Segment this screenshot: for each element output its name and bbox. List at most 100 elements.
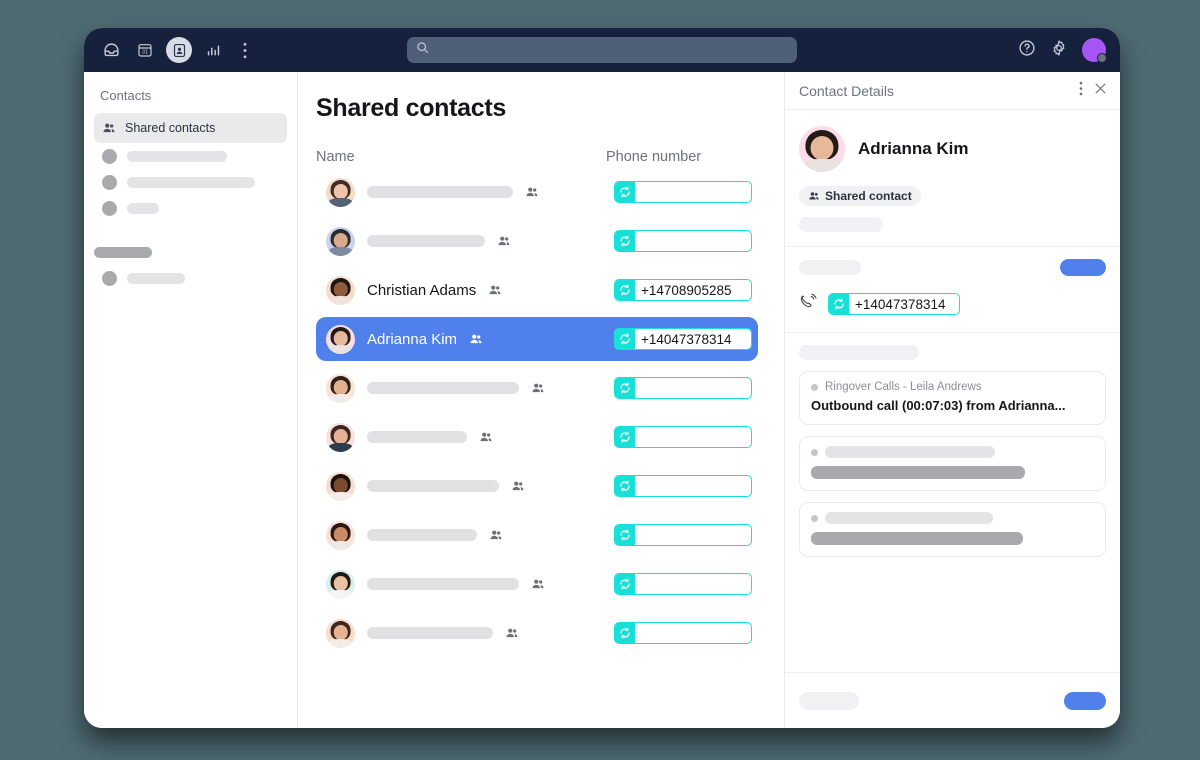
phone-number-value — [635, 182, 751, 202]
phone-number-value: +14047378314 — [641, 331, 732, 347]
feed-section-label-skeleton — [799, 345, 919, 360]
search-icon — [416, 41, 429, 59]
table-row[interactable] — [316, 611, 758, 655]
skeleton-line — [811, 532, 1023, 545]
phone-number-value — [635, 231, 751, 251]
close-icon[interactable] — [1093, 81, 1108, 101]
details-activity-feed: Ringover Calls - Leila Andrews Outbound … — [785, 333, 1120, 672]
activity-card[interactable]: Ringover Calls - Leila Andrews Outbound … — [799, 371, 1106, 425]
phone-number-pill[interactable] — [614, 524, 752, 546]
analytics-icon[interactable] — [200, 37, 226, 63]
activity-source: Ringover Calls - Leila Andrews — [811, 381, 1094, 393]
contact-name-skeleton — [367, 382, 519, 394]
phone-number-pill[interactable] — [614, 426, 752, 448]
phone-number-pill[interactable]: +14047378314 — [614, 328, 752, 350]
contact-name-skeleton — [367, 186, 513, 198]
more-vertical-icon[interactable] — [1079, 81, 1083, 101]
sidebar-skeleton-row[interactable] — [94, 169, 287, 195]
activity-card-skeleton[interactable] — [799, 502, 1106, 557]
group-icon — [489, 528, 503, 542]
footer-primary-button[interactable] — [1064, 691, 1106, 710]
skeleton-label — [127, 176, 255, 188]
phone-number-pill[interactable] — [614, 475, 752, 497]
contact-name-skeleton — [367, 529, 477, 541]
table-row[interactable] — [316, 415, 758, 459]
phone-number-pill[interactable] — [614, 230, 752, 252]
sync-icon — [615, 329, 635, 349]
phone-number-pill[interactable] — [614, 181, 752, 203]
table-row[interactable]: Adrianna Kim +14047378314 — [316, 317, 758, 361]
activity-card-skeleton[interactable] — [799, 436, 1106, 491]
calendar-icon[interactable]: 31 — [132, 37, 158, 63]
sidebar: Contacts Shared contacts — [84, 72, 298, 728]
phone-number-pill[interactable] — [614, 573, 752, 595]
gear-icon[interactable] — [1050, 39, 1068, 62]
activity-source-skeleton — [811, 446, 1094, 458]
phone-number-pill[interactable]: +14708905285 — [614, 279, 752, 301]
source-dot-icon — [811, 448, 818, 456]
contact-name-skeleton — [367, 235, 485, 247]
table-row[interactable] — [316, 464, 758, 508]
table-row[interactable] — [316, 366, 758, 410]
sidebar-title: Contacts — [100, 88, 152, 103]
identity-row: Adrianna Kim — [799, 126, 1106, 172]
search-input[interactable] — [436, 44, 788, 56]
group-icon — [102, 121, 116, 135]
skeleton-label — [127, 272, 185, 284]
phone-number-pill[interactable] — [614, 377, 752, 399]
group-icon — [531, 381, 545, 395]
skeleton-line — [825, 446, 995, 458]
row-name-cell — [326, 422, 614, 452]
app-window: 31 Contacts Shared contacts Shared conta… — [84, 28, 1120, 728]
phone-number-value — [635, 623, 751, 643]
search-box[interactable] — [407, 37, 797, 63]
column-header-phone: Phone number — [606, 149, 702, 165]
row-name-cell: Adrianna Kim — [326, 324, 614, 354]
more-vertical-icon[interactable] — [234, 37, 256, 63]
row-name-cell — [326, 471, 614, 501]
sidebar-skeleton-row[interactable] — [94, 195, 287, 221]
table-row[interactable] — [316, 562, 758, 606]
skeleton-line — [825, 512, 993, 524]
sync-icon — [615, 427, 635, 447]
source-dot-icon — [811, 514, 818, 522]
inbox-icon[interactable] — [98, 37, 124, 63]
phone-number-value: +14708905285 — [641, 282, 732, 298]
activity-source-label: Ringover Calls - Leila Andrews — [825, 381, 982, 393]
table-row[interactable] — [316, 219, 758, 263]
group-icon — [808, 190, 820, 202]
table-row[interactable]: Christian Adams +14708905285 — [316, 268, 758, 312]
table-row[interactable] — [316, 170, 758, 214]
activity-summary: Outbound call (00:07:03) from Adrianna..… — [811, 398, 1066, 413]
identity-skeleton — [799, 217, 883, 232]
phone-number-pill[interactable] — [614, 622, 752, 644]
user-avatar[interactable] — [1082, 38, 1107, 63]
contact-name-skeleton — [367, 480, 499, 492]
sidebar-skeleton-row[interactable] — [94, 143, 287, 169]
table-row[interactable] — [316, 513, 758, 557]
phone-number-value — [635, 427, 751, 447]
column-headers: Name Phone number — [316, 149, 758, 165]
contact-name: Christian Adams — [367, 281, 477, 299]
phone-section-header — [799, 259, 1106, 276]
avatar — [326, 275, 355, 305]
sidebar-skeleton-row[interactable] — [94, 265, 287, 291]
sidebar-item-shared-contacts[interactable]: Shared contacts — [94, 113, 287, 143]
row-name-cell — [326, 520, 614, 550]
contact-name-skeleton — [367, 627, 493, 639]
sync-icon — [615, 231, 635, 251]
avatar — [326, 177, 355, 207]
activity-source-skeleton — [811, 512, 1094, 524]
phone-action-button[interactable] — [1060, 259, 1106, 276]
source-dot-icon — [811, 383, 818, 391]
row-name-cell — [326, 618, 614, 648]
details-title: Contact Details — [799, 82, 894, 99]
status-badge: Shared contact — [799, 186, 921, 206]
contacts-icon[interactable] — [166, 37, 192, 63]
phone-number-pill[interactable]: +14047378314 — [828, 293, 960, 315]
avatar — [326, 569, 355, 599]
sync-icon — [615, 574, 635, 594]
global-search — [407, 37, 797, 63]
help-icon[interactable] — [1018, 39, 1036, 62]
